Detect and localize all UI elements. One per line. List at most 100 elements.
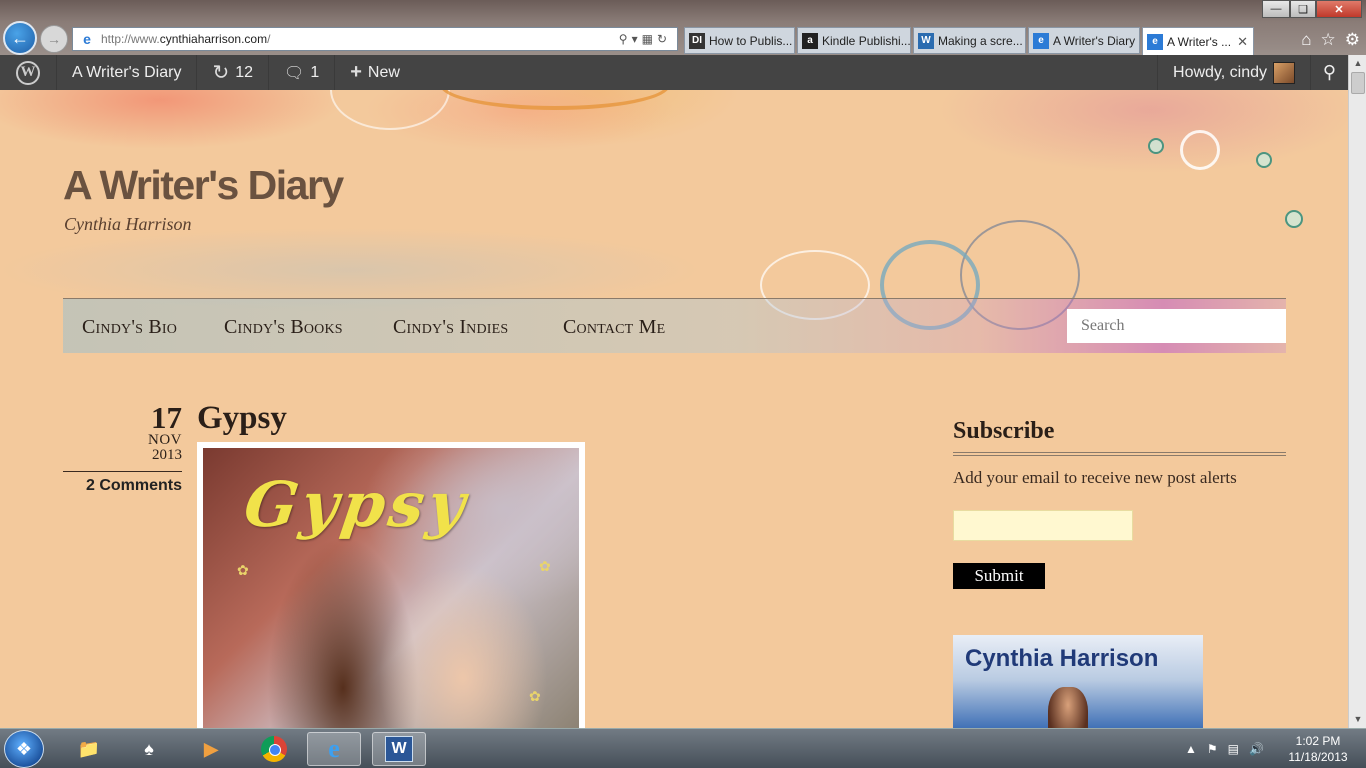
wp-admin-bar: W A Writer's Diary ↻ 12 🗨 1 + New Howdy,… (0, 55, 1348, 90)
tab-close-icon[interactable]: ✕ (1237, 34, 1248, 50)
main-navigation: Cindy's Bio Cindy's Books Cindy's Indies… (63, 298, 1286, 353)
ab-right-group: Howdy, cindy ⚲ (1157, 55, 1348, 90)
decorative-swirl (1180, 130, 1220, 170)
address-controls[interactable]: ⚲▾▦↻ (619, 32, 677, 46)
browser-tab[interactable]: a Kindle Publishi... (797, 27, 911, 54)
subscribe-widget-title: Subscribe (953, 418, 1055, 444)
settings-gear-icon[interactable]: ⚙ (1345, 30, 1360, 50)
browser-tab[interactable]: e A Writer's Diary (1028, 27, 1140, 54)
scroll-thumb[interactable] (1351, 72, 1365, 94)
taskbar-explorer[interactable]: 📁 (62, 732, 116, 766)
ie-icon: e (328, 734, 340, 763)
taskbar-chrome[interactable] (247, 732, 301, 766)
book-cover-art: Gypsy ✿ ✿ ✿ (203, 448, 579, 728)
ab-updates[interactable]: ↻ 12 (197, 55, 269, 90)
maximize-button[interactable]: ❑ (1290, 0, 1316, 18)
post-title[interactable]: Gypsy (197, 400, 287, 437)
clock-date: 11/18/2013 (1288, 750, 1348, 764)
scroll-down-icon[interactable]: ▼ (1349, 711, 1366, 728)
search-placeholder: Search (1081, 317, 1125, 334)
tab-favicon-icon: a (802, 32, 818, 49)
window-close-button[interactable]: ✕ (1316, 0, 1362, 18)
compat-view-icon[interactable]: ▦ (642, 32, 657, 46)
clock-time: 1:02 PM (1295, 734, 1341, 748)
home-icon[interactable]: ⌂ (1301, 30, 1311, 50)
taskbar-solitaire[interactable]: ♠ (122, 732, 176, 766)
address-bar[interactable]: e http://www.cynthiaharrison.com/ ⚲▾▦↻ (72, 27, 678, 51)
ie-page-icon: e (83, 31, 91, 47)
tab-favicon-icon: W (918, 32, 934, 49)
scroll-up-icon[interactable]: ▲ (1349, 55, 1366, 72)
url-domain: cynthiaharrison.com (159, 32, 268, 46)
browser-tab[interactable]: W Making a scre... (913, 27, 1026, 54)
media-player-icon: ▶ (204, 738, 218, 759)
comment-bubble-icon: 🗨 (284, 64, 305, 82)
url-prefix: http://www. (101, 32, 160, 46)
back-button[interactable]: ← (3, 21, 37, 55)
start-button[interactable]: ❖ (4, 730, 44, 768)
search-input[interactable]: Search (1067, 309, 1286, 343)
chrome-icon (261, 736, 287, 762)
ie-toolbar-icons: ⌂ ☆ ⚙ (1301, 30, 1360, 50)
post-comments-link[interactable]: 2 Comments (63, 477, 182, 495)
url-text[interactable]: http://www.cynthiaharrison.com/ (101, 32, 619, 46)
book-cover-image[interactable]: Gypsy ✿ ✿ ✿ (197, 442, 585, 728)
forward-button[interactable]: → (40, 25, 68, 53)
decorative-dot (1148, 138, 1164, 154)
nav-cindys-indies[interactable]: Cindy's Indies (393, 316, 508, 339)
new-label: New (367, 63, 400, 81)
wordpress-logo-icon: W (16, 60, 40, 85)
ab-site-name[interactable]: A Writer's Diary (57, 55, 198, 90)
browser-tab-active[interactable]: e A Writer's ... ✕ (1142, 27, 1254, 55)
tab-label: Kindle Publishi... (822, 33, 911, 48)
volume-icon[interactable]: 🔊 (1249, 742, 1264, 756)
page-scrollbar[interactable]: ▲ ▼ (1348, 55, 1366, 728)
tab-favicon-icon: e (1033, 32, 1049, 49)
ab-new-content[interactable]: + New (335, 55, 415, 90)
tab-label: A Writer's Diary (1053, 33, 1136, 48)
search-icon[interactable]: ⚲ (619, 32, 632, 46)
nav-contact-me[interactable]: Contact Me (563, 316, 665, 339)
email-field[interactable] (953, 510, 1133, 541)
nav-cindys-books[interactable]: Cindy's Books (224, 316, 343, 339)
taskbar-clock[interactable]: 1:02 PM 11/18/2013 (1283, 733, 1353, 765)
network-icon[interactable]: ▤ (1228, 742, 1239, 756)
refresh-icon[interactable]: ↻ (657, 32, 671, 46)
cover-title-text: Gypsy (239, 468, 474, 541)
taskbar-internet-explorer[interactable]: e (307, 732, 361, 766)
show-hidden-icons-icon[interactable]: ▲ (1185, 742, 1197, 756)
decorative-dot (1285, 210, 1303, 228)
action-center-flag-icon[interactable]: ⚑ (1207, 742, 1218, 756)
site-title[interactable]: A Writer's Diary (63, 162, 344, 209)
browser-tab[interactable]: DI How to Publis... (684, 27, 795, 54)
butterfly-icon: ✿ (539, 558, 551, 574)
subscribe-description: Add your email to receive new post alert… (953, 468, 1237, 487)
search-icon: ⚲ (1322, 62, 1337, 82)
ab-comments[interactable]: 🗨 1 (269, 55, 336, 90)
plus-icon: + (350, 61, 362, 83)
ab-site-name-label: A Writer's Diary (72, 63, 182, 81)
nav-cindys-bio[interactable]: Cindy's Bio (82, 316, 177, 339)
tab-label: How to Publis... (709, 33, 793, 48)
post-meta-divider (63, 471, 182, 472)
ab-search-button[interactable]: ⚲ (1310, 55, 1348, 90)
howdy-label: Howdy, cindy (1173, 63, 1267, 81)
wp-logo-menu[interactable]: W (0, 55, 57, 90)
ab-my-account[interactable]: Howdy, cindy (1157, 55, 1310, 90)
minimize-button[interactable]: — (1262, 0, 1290, 18)
taskbar-word[interactable]: W (372, 732, 426, 766)
browser-chrome: ← → e http://www.cynthiaharrison.com/ ⚲▾… (0, 0, 1366, 55)
tab-favicon-icon: DI (689, 32, 705, 49)
forward-arrow-icon: → (47, 31, 61, 47)
submit-button[interactable]: Submit (953, 563, 1045, 589)
favorites-star-icon[interactable]: ☆ (1321, 30, 1336, 50)
url-suffix: / (267, 32, 271, 46)
author-banner-image[interactable]: Cynthia Harrison (953, 635, 1203, 728)
window-controls: — ❑ ✕ (1262, 0, 1362, 18)
banner-author-name: Cynthia Harrison (965, 645, 1159, 672)
page-content: A Writer's Diary Cynthia Harrison Cindy'… (0, 90, 1348, 728)
widget-title-rule (953, 452, 1286, 456)
system-tray: ▲ ⚑ ▤ 🔊 (1185, 729, 1264, 768)
dropdown-icon[interactable]: ▾ (632, 32, 642, 46)
taskbar-media-player[interactable]: ▶ (184, 732, 238, 766)
